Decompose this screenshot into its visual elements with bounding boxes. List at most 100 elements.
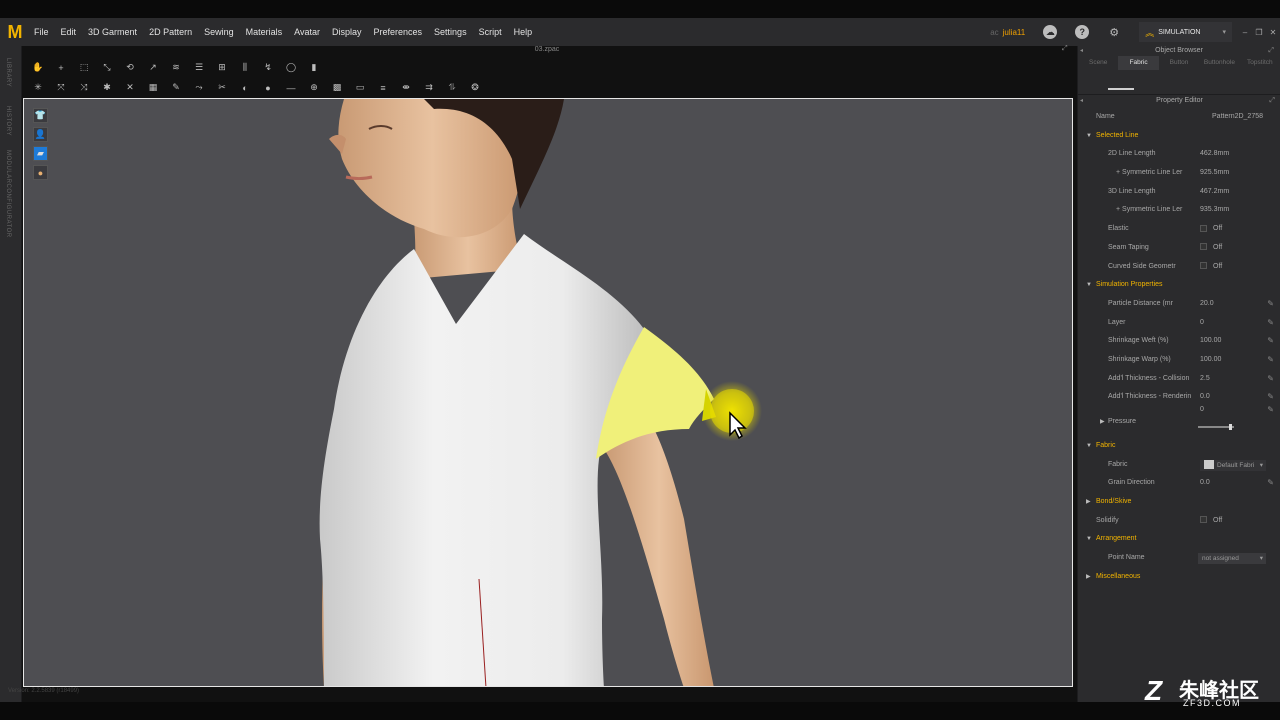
topstitch-icon[interactable]: — [285,82,297,94]
tab-library[interactable]: LIBRARY [5,58,11,87]
edit-pencil-icon[interactable]: ✎ [1267,295,1274,314]
edit-pencil-icon[interactable]: ✎ [1267,332,1274,351]
prop-value[interactable]: 100.00 [1200,351,1221,370]
menu-help[interactable]: Help [508,18,539,46]
strain-icon[interactable]: ▦ [147,82,159,94]
point-name-dropdown[interactable]: not assigned ▾ [1198,553,1266,565]
zipper-icon[interactable]: ⊕ [308,82,320,94]
pen-icon[interactable]: ✎ [170,82,182,94]
fabric-view-icon[interactable]: ▰ [33,146,48,161]
menu-file[interactable]: File [28,18,55,46]
scale-icon[interactable]: ⤡ [101,62,113,74]
section-fabric[interactable]: ▼ Fabric [1078,437,1280,456]
menu-settings[interactable]: Settings [428,18,473,46]
menu-sewing[interactable]: Sewing [198,18,240,46]
section-selected-line[interactable]: ▼ Selected Line [1078,127,1280,146]
prop-value[interactable]: 2.5 [1200,370,1210,389]
select-mesh-icon[interactable]: ❂ [469,82,481,94]
tab-modular-configurator[interactable]: MODULARCONFIGURATOR [5,150,11,238]
avatar-measure-icon[interactable]: ✳ [32,82,44,94]
rotate-box-icon[interactable]: ⟲ [124,62,136,74]
prop-value[interactable]: Pattern2D_2758 [1212,108,1263,127]
lasso-icon[interactable]: ◯ [285,62,297,74]
tack-icon[interactable]: ↯ [262,62,274,74]
3d-viewport[interactable]: 👕 👤 ▰ ● [23,98,1073,687]
undock-icon[interactable]: ⤢ [1268,46,1274,56]
section-arrangement[interactable]: ▼ Arrangement [1078,530,1280,549]
buttonhole-icon[interactable]: ● [262,82,274,94]
expand-triangle-icon[interactable]: ▶ [1100,413,1105,432]
undock-icon[interactable]: ⤢ [1269,96,1275,106]
select-move-icon[interactable]: ✋ [32,62,44,74]
seam-taping-checkbox[interactable] [1200,243,1207,251]
edit-curve-icon[interactable]: ↗ [147,62,159,74]
length-measure-icon[interactable]: ⤨ [78,82,90,94]
button-icon[interactable]: ◐ [239,82,251,94]
puckering-icon[interactable]: ⇼ [400,82,412,94]
prop-value[interactable]: 20.0 [1200,295,1214,314]
prop-value[interactable]: Off [1200,220,1222,239]
transform-box-icon[interactable]: ⬚ [78,62,90,74]
menu-script[interactable]: Script [473,18,508,46]
shirring-icon[interactable]: ⥮ [446,82,458,94]
ruler-icon[interactable]: ▮ [308,62,320,74]
solidify-checkbox[interactable] [1200,516,1207,524]
tab-button[interactable]: Button [1159,56,1199,70]
elastic-checkbox[interactable] [1200,224,1207,232]
menu-avatar[interactable]: Avatar [288,18,326,46]
mode-selector[interactable]: ︽ SIMULATION ▾ [1139,22,1232,42]
curved-side-checkbox[interactable] [1200,262,1207,270]
texture-icon[interactable]: ▩ [331,82,343,94]
user-name[interactable]: julia11 [1003,28,1026,37]
fold-icon[interactable]: ≋ [170,62,182,74]
section-bond-skive[interactable]: ▶ Bond/Skive [1078,493,1280,512]
collapse-arrow-icon[interactable]: ◂ [1080,96,1083,106]
sew-icon[interactable]: ✂ [216,82,228,94]
layer-icon[interactable]: ☰ [193,62,205,74]
circumference-icon[interactable]: ⤧ [55,82,67,94]
pin-icon[interactable]: ⫼ [239,62,251,74]
tab-scene[interactable]: Scene [1078,56,1118,70]
section-miscellaneous[interactable]: ▶ Miscellaneous [1078,568,1280,587]
arrange-icon[interactable]: ⊞ [216,62,228,74]
menu-preferences[interactable]: Preferences [368,18,429,46]
graphic-icon[interactable]: ▭ [354,82,366,94]
segment-icon[interactable]: ⤳ [193,82,205,94]
prop-value[interactable]: Off [1200,239,1222,258]
layer-clone-icon[interactable]: ≡ [377,82,389,94]
surface-line-icon[interactable]: ✱ [101,82,113,94]
tab-topstitch[interactable]: Topstitch [1240,56,1280,70]
edit-pencil-icon[interactable]: ✎ [1267,401,1274,420]
prop-value[interactable]: 0.0 [1200,474,1210,493]
add-point-icon[interactable]: + [55,62,67,74]
tab-buttonhole[interactable]: Buttonhole [1199,56,1239,70]
prop-value[interactable]: 100.00 [1200,332,1221,351]
prop-value[interactable]: Off [1200,512,1222,531]
minimize-icon[interactable]: – [1238,28,1252,37]
edit-pencil-icon[interactable]: ✎ [1267,351,1274,370]
close-icon[interactable]: ✕ [1266,28,1280,37]
skin-view-icon[interactable]: ● [33,165,48,180]
cloud-icon[interactable]: ☁ [1043,25,1058,39]
edit-pencil-icon[interactable]: ✎ [1267,370,1274,389]
prop-value[interactable]: 0 [1200,401,1204,420]
edit-pencil-icon[interactable]: ✎ [1267,314,1274,333]
pressure-slider-handle[interactable] [1229,424,1233,430]
help-icon[interactable]: ? [1075,25,1090,39]
prop-value[interactable]: Off [1200,258,1222,277]
tab-history[interactable]: HISTORY [5,106,11,136]
menu-edit[interactable]: Edit [55,18,83,46]
tab-scroll-indicator[interactable] [1108,88,1134,90]
prop-value[interactable]: 0 [1200,314,1204,333]
fabric-dropdown[interactable]: Default Fabri ▾ [1200,459,1266,471]
maximize-view-icon[interactable]: ⤢ [1062,45,1068,53]
menu-materials[interactable]: Materials [240,18,289,46]
garment-view-icon[interactable]: 👕 [33,108,48,123]
avatar-view-icon[interactable]: 👤 [33,127,48,142]
tab-fabric[interactable]: Fabric [1118,56,1159,70]
gear-icon[interactable]: ⚙ [1107,25,1121,39]
restore-icon[interactable]: ❐ [1252,28,1266,37]
gap-icon[interactable]: ✕ [124,82,136,94]
menu-3d-garment[interactable]: 3D Garment [82,18,143,46]
collapse-arrow-icon[interactable]: ◂ [1080,46,1083,56]
